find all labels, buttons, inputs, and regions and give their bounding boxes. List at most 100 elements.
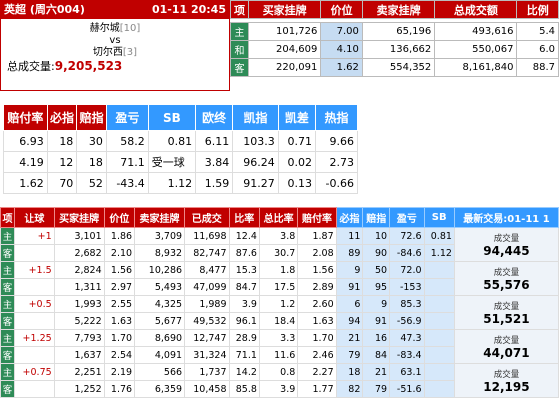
buy-cell: 2,824 <box>53 261 105 279</box>
hc-col-total-rate: 总比率 <box>258 207 299 228</box>
index-cell: -43.4 <box>105 172 149 194</box>
buy-cell: 5,222 <box>53 312 105 330</box>
index-table: 赔付率 必指 赔指 盈亏 SB 欧终 凯指 凯差 热指 6.93 18 30 5… <box>3 104 358 194</box>
odds-col-total: 总成交额 <box>434 0 518 19</box>
sell-cell: 4,325 <box>134 295 186 313</box>
index-row: 4.19 12 18 71.1 受一球 3.84 96.24 0.02 2.73 <box>3 151 358 173</box>
home-team-name[interactable]: 赫尔城 <box>90 23 120 34</box>
rate-cell: 28.9 <box>228 329 260 347</box>
total-rate-cell: 18.4 <box>258 312 299 330</box>
price-cell: 1.76 <box>103 380 136 398</box>
bi-cell: 21 <box>335 329 364 347</box>
total-volume-label: 总成交量: <box>7 60 55 73</box>
index-cell: 1.12 <box>147 172 197 194</box>
pnl-cell: 72.6 <box>389 227 425 245</box>
sell-cell: 8,932 <box>134 244 186 262</box>
sb-cell: 1.12 <box>423 244 455 262</box>
sb-cell <box>423 261 455 279</box>
bi-cell: 79 <box>335 346 364 364</box>
done-cell: 82,747 <box>184 244 230 262</box>
sell-cell: 566 <box>134 363 186 381</box>
bi-cell: 9 <box>335 261 364 279</box>
vs-label: vs <box>109 35 121 46</box>
odds-row-away: 客 220,091 1.62 554,352 8,161,840 88.7 <box>230 58 559 77</box>
index-col-pnl: 盈亏 <box>105 104 149 131</box>
pay-cell: 2.27 <box>297 363 337 381</box>
away-team: 切尔西[3] <box>1 47 229 59</box>
sb-cell <box>423 295 455 313</box>
row-label: 客 <box>0 380 15 398</box>
price-cell: 7.00 <box>320 22 363 41</box>
pnl-cell: -83.4 <box>389 346 425 364</box>
bi-cell: 82 <box>335 380 364 398</box>
index-cell: 52 <box>76 172 107 194</box>
index-col-pei: 赔指 <box>76 104 107 131</box>
row-label: 主 <box>0 295 15 313</box>
total-volume: 总成交量:9,205,523 <box>1 59 229 74</box>
handicap-table: 项 让球 买家挂牌 价位 卖家挂牌 已成交 比率 总比率 赔付率 必指 赔指 盈… <box>0 207 559 398</box>
volume-cell: 成交量 55,576 <box>453 261 559 296</box>
rate-cell: 87.6 <box>228 244 260 262</box>
row-label: 客 <box>230 58 249 77</box>
hc-col-done: 已成交 <box>184 207 230 228</box>
handicap-row: 主 +1.25 7,793 1.70 8,690 12,747 28.9 3.3 1.70 21 1… <box>0 329 559 364</box>
pnl-cell: 72.0 <box>389 261 425 279</box>
sell-cell: 65,196 <box>361 22 436 41</box>
pnl-cell: -84.6 <box>389 244 425 262</box>
pnl-cell: -56.9 <box>389 312 425 330</box>
index-cell: 1.62 <box>3 172 48 194</box>
buy-cell: 1,252 <box>53 380 105 398</box>
done-cell: 8,477 <box>184 261 230 279</box>
pei-cell: 9 <box>362 295 391 313</box>
pay-cell: 1.63 <box>297 312 337 330</box>
buy-cell: 1,311 <box>53 278 105 296</box>
bi-cell: 6 <box>335 295 364 313</box>
handicap-cell: +0.5 <box>14 295 55 313</box>
index-cell: 0.81 <box>147 130 197 152</box>
pei-cell: 50 <box>362 261 391 279</box>
total-cell: 8,161,840 <box>434 58 518 77</box>
rate-cell: 96.1 <box>228 312 260 330</box>
bi-cell: 89 <box>335 244 364 262</box>
bi-cell: 11 <box>335 227 364 245</box>
pay-cell: 1.77 <box>297 380 337 398</box>
odds-header-row: 项 买家挂牌 价位 卖家挂牌 总成交额 比例 <box>230 0 559 19</box>
handicap-row: 主 +0.5 1,993 2.55 4,325 1,989 3.9 1.2 2.60 6 9 85.3… <box>0 295 559 330</box>
sell-cell: 6,359 <box>134 380 186 398</box>
match-panel: 英超 (周六004) 01-11 20:45 赫尔城[10] vs 切尔西[3]… <box>0 0 230 91</box>
volume-label: 成交量 <box>493 233 520 244</box>
index-cell: 71.1 <box>105 151 149 173</box>
handicap-row: 主 +1.5 2,824 1.56 10,286 8,477 15.3 1.8 1.56 9 50 7… <box>0 261 559 296</box>
buy-cell: 3,101 <box>53 227 105 245</box>
volume-label: 成交量 <box>493 369 520 380</box>
handicap-cell <box>14 346 55 364</box>
index-row: 1.62 70 52 -43.4 1.12 1.59 91.27 0.13 -0… <box>3 172 358 194</box>
rate-cell: 3.9 <box>228 295 260 313</box>
sb-cell <box>423 278 455 296</box>
price-cell: 1.56 <box>103 261 136 279</box>
index-cell: 0.02 <box>277 151 317 173</box>
total-cell: 550,067 <box>434 40 518 59</box>
pei-cell: 10 <box>362 227 391 245</box>
hc-col-pnl: 盈亏 <box>389 207 425 228</box>
volume-label: 成交量 <box>493 301 520 312</box>
done-cell: 31,324 <box>184 346 230 364</box>
index-cell: 6.93 <box>3 130 48 152</box>
volume-value: 51,521 <box>483 311 530 326</box>
row-label: 主 <box>0 363 15 381</box>
league-label[interactable]: 英超 (周六004) <box>1 1 85 19</box>
volume-value: 94,445 <box>483 243 530 258</box>
index-cell: 103.3 <box>232 130 279 152</box>
volume-cell: 成交量 44,071 <box>453 329 559 364</box>
index-cell: 受一球 <box>147 151 197 173</box>
row-label: 客 <box>0 244 15 262</box>
odds-col-price: 价位 <box>320 0 363 19</box>
sb-cell <box>423 329 455 347</box>
index-cell: 30 <box>76 130 107 152</box>
buy-cell: 220,091 <box>247 58 322 77</box>
handicap-cell <box>14 244 55 262</box>
index-cell: 18 <box>76 151 107 173</box>
away-team-name[interactable]: 切尔西 <box>93 47 123 58</box>
total-rate-cell: 11.6 <box>258 346 299 364</box>
price-cell: 1.86 <box>103 227 136 245</box>
